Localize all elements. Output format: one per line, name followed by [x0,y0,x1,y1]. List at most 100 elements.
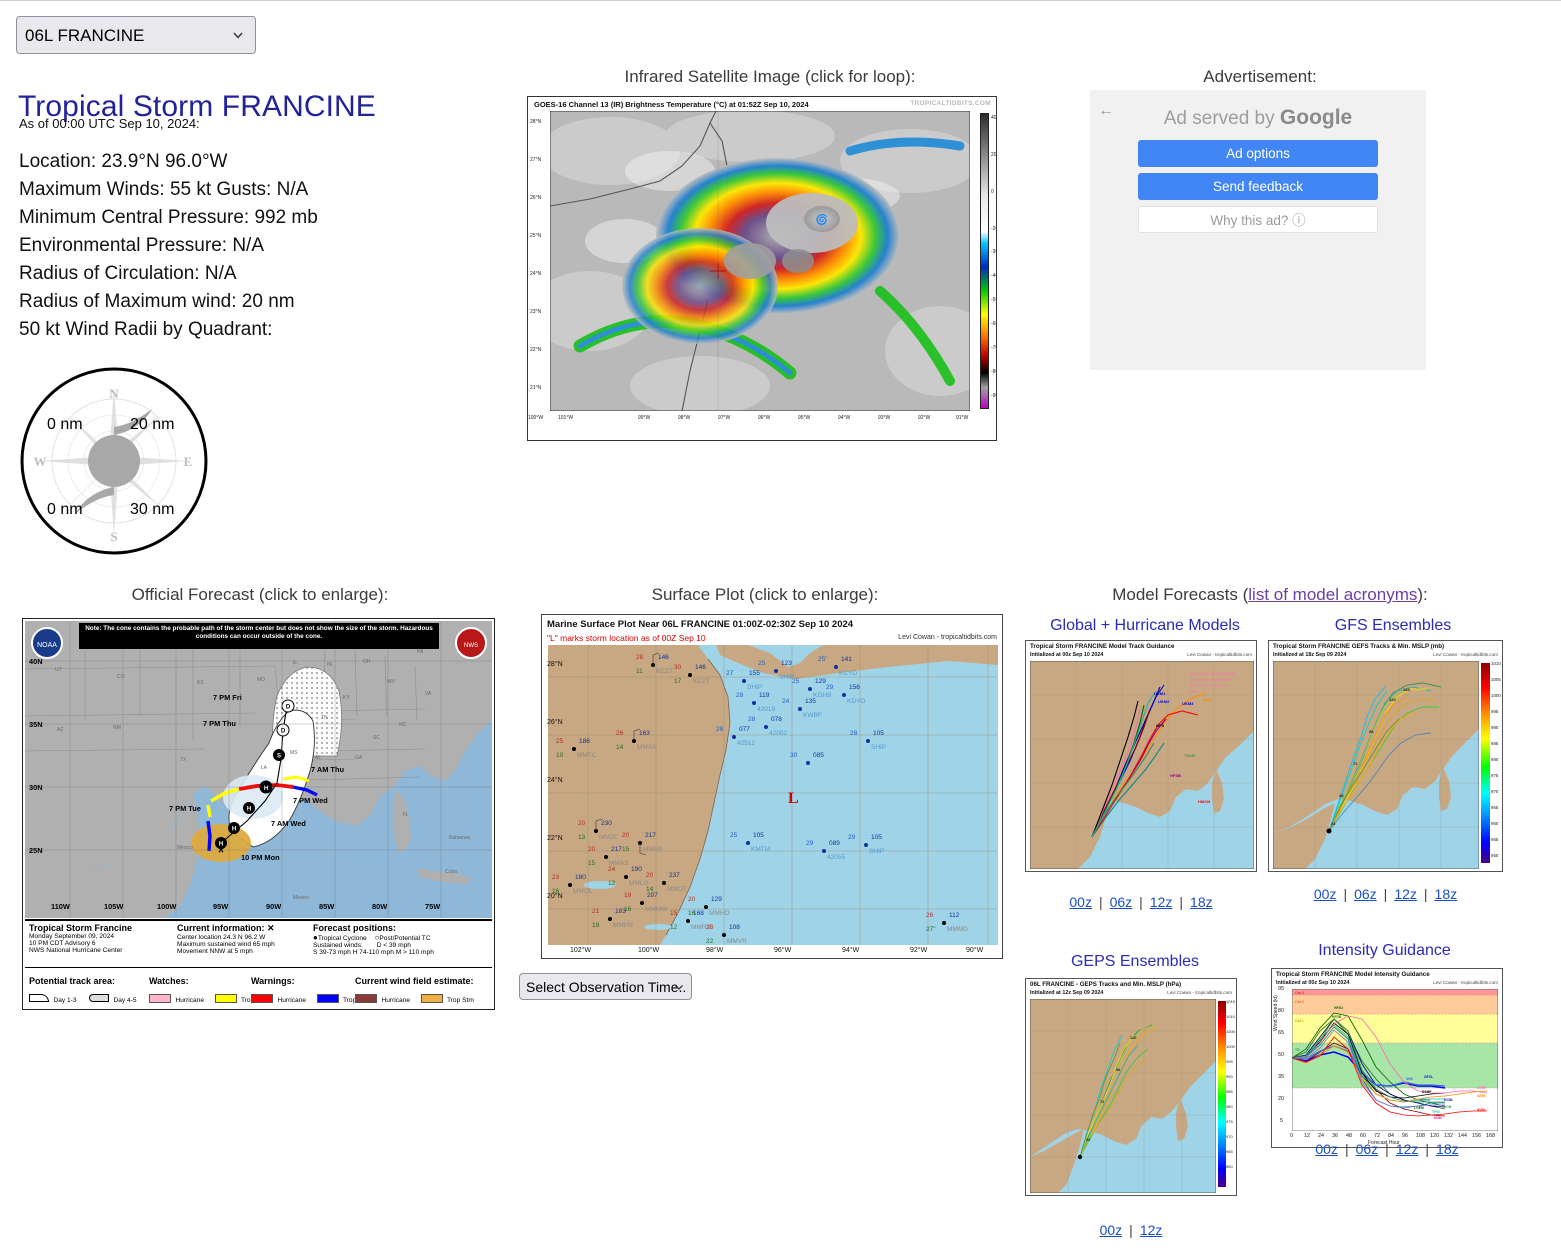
gfs-ensembles-canvas: 120 144 96 72 48 24 [1273,661,1479,869]
legend-wind-field-header: Current wind field estimate: [355,976,474,986]
geps-cbar-label: 985 [1226,1089,1233,1094]
svg-text:Cat 3: Cat 3 [1295,991,1304,995]
panel-title-global-hurricane: Global + Hurricane Models [1050,617,1240,634]
svg-text:25: 25 [556,738,564,745]
panel-title-intensity-guidance: Intensity Guidance [1318,942,1451,959]
svg-text:14: 14 [616,744,624,751]
svg-text:146: 146 [695,664,706,671]
legend-storm-name: Tropical Storm Francine [29,923,133,933]
svg-text:Mexico: Mexico [293,895,309,901]
time-link-06z[interactable]: 06z [1354,886,1377,902]
ad-options-button[interactable]: Ad options [1138,140,1378,167]
sp-x-tick: 90°W [966,947,984,954]
sat-y-tick: 24°N [530,271,542,277]
svg-text:30: 30 [790,752,798,759]
time-link-00z[interactable]: 00z [1069,894,1092,910]
sp-y-tick: 20°N [547,893,563,900]
sat-y-tick: 26°N [530,195,542,201]
time-link-12z[interactable]: 12z [1150,894,1173,910]
official-forecast-map[interactable]: H H H H S D D ✕ NOAA NWS UT CO KS MO IL IN O… [22,618,495,1010]
sp-y-tick: 26°N [547,719,563,726]
sat-y-tick: 21°N [530,385,542,391]
svg-text:OH: OH [363,659,371,665]
legend-warnings-header: Warnings: [251,976,295,986]
time-link-00z[interactable]: 00z [1100,1222,1123,1238]
intensity-guidance-image[interactable]: Tropical Storm FRANCINE Model Intensity … [1271,968,1503,1148]
svg-text:TX: TX [180,757,187,763]
svg-text:146: 146 [658,654,669,661]
legend-movement: Movement NNW at 5 mph [177,948,253,955]
svg-text:MMZC: MMZC [599,834,619,841]
surface-plot-image[interactable]: Marine Surface Plot Near 06L FRANCINE 01… [541,614,1003,959]
svg-text:25": 25" [818,656,828,663]
svg-text:TPSI: TPSI [1432,1110,1440,1114]
send-feedback-button[interactable]: Send feedback [1138,173,1378,200]
gfs-ensembles-image[interactable]: Tropical Storm FRANCINE GEFS Tracks & Mi… [1268,640,1503,872]
sat-y-tick: 28°N [530,119,542,125]
svg-text:108: 108 [729,924,740,931]
cone-lon-tick: 105W [104,902,124,911]
svg-text:KY: KY [343,695,350,701]
svg-text:96: 96 [1116,1068,1120,1072]
gfs-cbar-label: 965 [1491,805,1499,810]
sat-x-tick: 91°W [956,415,969,421]
svg-text:VA: VA [425,691,432,697]
time-link-06z[interactable]: 06z [1110,894,1133,910]
svg-text:077: 077 [739,726,750,733]
legend-warn-hurricane: Hurricane [277,997,307,1004]
svg-text:KCZT: KCZT [693,678,710,685]
cone-lat-tick: 35N [29,720,43,729]
ig-x-tick: 60 [1360,1133,1366,1139]
legend-symbols-row: ●Tropical Cyclone ○Post/Potential TC [313,933,431,942]
geps-cbar-label: 970 [1226,1134,1233,1139]
time-link-00z[interactable]: 00z [1314,886,1337,902]
time-link-18z[interactable]: 18z [1436,1141,1459,1157]
svg-text:237: 237 [669,872,680,879]
svg-text:W: W [34,454,47,469]
svg-text:DSHP: DSHP [1422,1090,1432,1094]
official-forecast-caption: Official Forecast (click to enlarge): [131,585,389,604]
sp-x-tick: 94°W [842,947,860,954]
ad-served-prefix: Ad served by [1163,108,1280,129]
ig-x-tick: 12 [1304,1133,1310,1139]
time-link-12z[interactable]: 12z [1396,1141,1419,1157]
why-this-ad-button[interactable]: Why this ad? ⓘ [1138,206,1378,233]
legend-watch-hurricane: Hurricane [175,997,205,1004]
top-divider [0,0,1561,1]
legend-sustained-winds: Sustained winds: [313,942,363,949]
svg-text:AL: AL [315,755,321,761]
svg-text:207: 207 [647,892,658,899]
svg-text:089: 089 [829,840,840,847]
time-link-18z[interactable]: 18z [1190,894,1213,910]
svg-text:NWS: NWS [464,643,478,649]
gfs-cbar-label: 995 [1491,709,1499,714]
observation-time-selector[interactable]: Select Observation Time... [519,973,692,1000]
model-acronyms-link[interactable]: list of model acronyms [1248,585,1417,604]
geps-cbar-label: 960 [1226,1164,1233,1169]
svg-text:078: 078 [771,716,782,723]
storm-selector[interactable]: 06L FRANCINE [16,16,256,54]
time-link-12z[interactable]: 12z [1394,886,1417,902]
geps-cbar-label: 965 [1226,1149,1233,1154]
geps-cbar-label: 1010 [1226,1014,1235,1019]
satellite-image[interactable]: GOES-16 Channel 13 (IR) Brightness Tempe… [527,96,997,441]
time-link-00z[interactable]: 00z [1315,1141,1338,1157]
svg-text:CO: CO [117,674,125,680]
time-link-12z[interactable]: 12z [1140,1222,1163,1238]
geps-ensembles-image[interactable]: 06L FRANCINE - GEPS Tracks and Min. MSLP… [1025,978,1237,1196]
svg-text:NM: NM [113,725,121,731]
svg-text:TVCN: TVCN [1184,753,1195,758]
svg-text:D: D [286,705,291,711]
sat-x-tick: 100°W [528,415,544,421]
cbar-label: -90 [991,393,996,399]
svg-text:MMPN: MMPN [613,922,633,929]
time-link-06z[interactable]: 06z [1356,1141,1379,1157]
svg-text:KWBF: KWBF [803,712,822,719]
svg-text:42055: 42055 [827,854,845,861]
time-link-18z[interactable]: 18z [1435,886,1458,902]
svg-text:UKM3: UKM3 [1182,701,1194,706]
model-track-guidance-image[interactable]: Tropical Storm FRANCINE Model Track Guid… [1025,640,1257,872]
gfs-cbar-label: 1010 [1491,661,1501,666]
cone-position-label: 7 PM Tue [169,804,201,813]
svg-text:MMOT: MMOT [667,886,687,893]
